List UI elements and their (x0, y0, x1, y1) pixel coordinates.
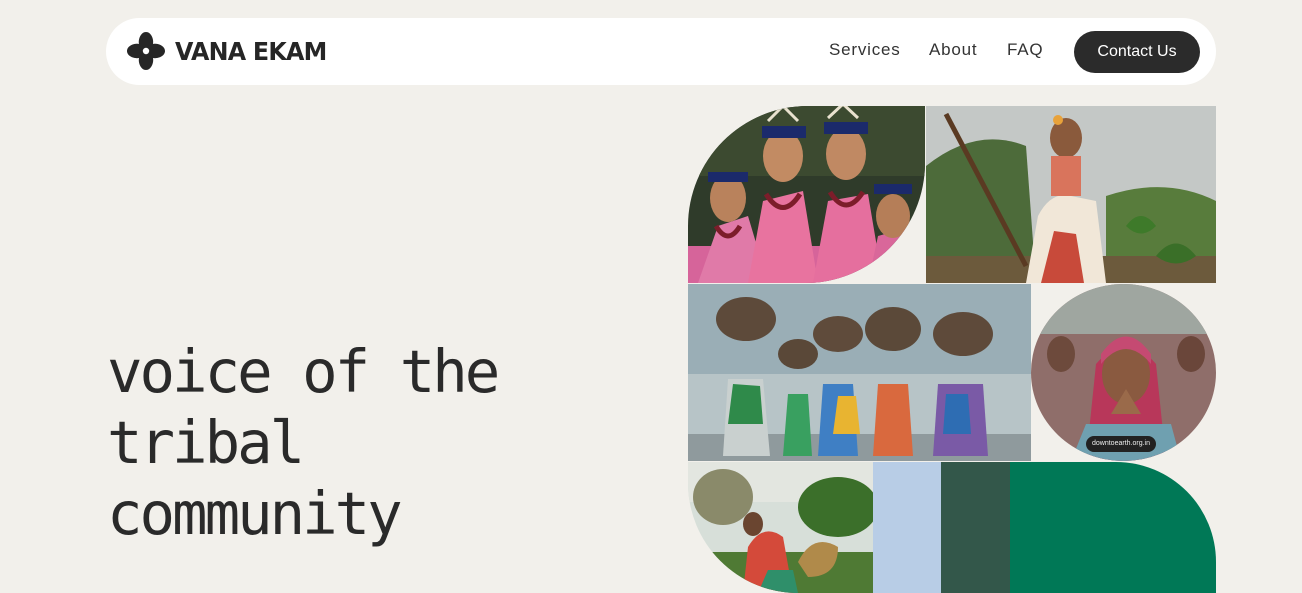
photo-woman-folded-hands (1031, 284, 1216, 461)
logo[interactable]: VANA EKAM (126, 31, 334, 71)
photo-tribal-women-headdresses (688, 106, 925, 283)
brand-name: VANA EKAM (175, 36, 327, 66)
image-watermark: downtoearth.org.in (1086, 436, 1156, 452)
nav-about-link[interactable]: About (929, 40, 977, 60)
hero-title-line: community (107, 479, 403, 548)
color-swatch-green (1010, 462, 1216, 593)
photo-man-harvesting-field (688, 462, 873, 593)
color-swatch-dark-green (941, 462, 1010, 593)
navbar: VANA EKAM Services About FAQ Contact Us (106, 18, 1216, 85)
contact-us-button[interactable]: Contact Us (1074, 31, 1200, 73)
logo-mark-icon (127, 32, 165, 70)
nav-services-link[interactable]: Services (829, 40, 901, 60)
hero-title-line: voice of the (107, 337, 500, 406)
color-swatch-light-blue (873, 462, 941, 593)
nav-faq-link[interactable]: FAQ (1007, 40, 1043, 60)
hero-title: voice of the tribal community (107, 336, 500, 549)
photo-woman-farming-hoe (926, 106, 1216, 283)
hero-title-line: tribal (107, 408, 305, 477)
photo-women-carrying-firewood (688, 284, 1031, 461)
